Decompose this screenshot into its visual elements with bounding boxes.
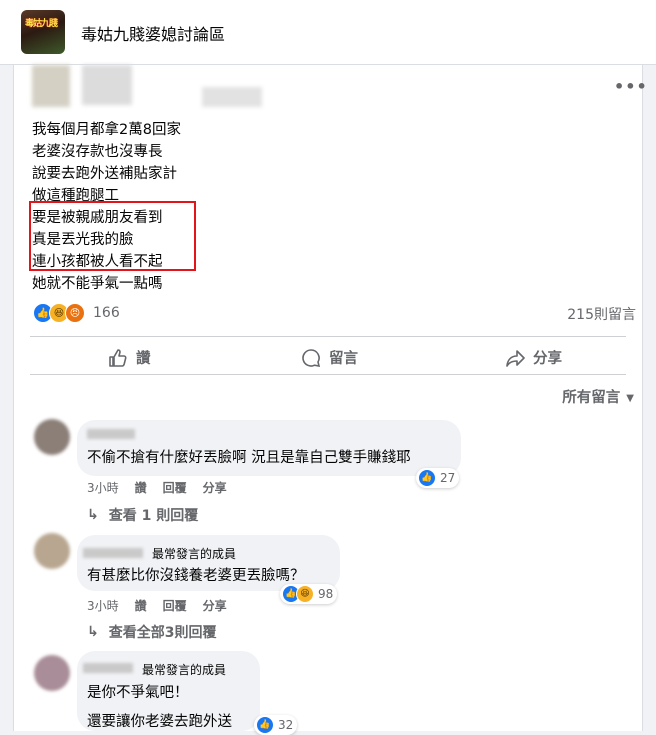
comment-share-button[interactable]: 分享: [203, 479, 227, 496]
share-button[interactable]: 分享: [505, 347, 562, 368]
comment-reply-button[interactable]: 回覆: [163, 479, 187, 496]
comment-button[interactable]: 留言: [301, 347, 358, 368]
comment-total[interactable]: 215則留言: [567, 304, 636, 324]
comment-text: 是你不爭氣吧！: [87, 685, 189, 701]
like-button[interactable]: 讚: [108, 347, 151, 368]
post-author-avatar[interactable]: [32, 65, 70, 107]
caret-down-icon: ▼: [626, 392, 634, 404]
comment-meta: 3小時 讚 回覆 分享: [87, 597, 227, 614]
view-replies-label: 查看 1 則回覆: [108, 508, 199, 524]
like-reaction-icon: 👍: [418, 469, 436, 487]
highlight-box: [29, 201, 196, 271]
haha-reaction-icon: 😆: [296, 585, 314, 603]
comment-text: 有甚麼比你沒錢養老婆更丟臉嗎？: [87, 568, 305, 584]
comment-bubble-icon: [302, 348, 321, 367]
view-replies-label: 查看全部3則回覆: [108, 625, 217, 641]
post-line: 老婆沒存款也沒專長: [32, 144, 163, 160]
group-title[interactable]: 毒姑九賤婆媳討論區: [81, 21, 225, 45]
post-line: 她就不能爭氣一點嗎: [32, 276, 163, 292]
comment-text-line-2: 還要讓你老婆去跑外送: [87, 714, 232, 730]
group-avatar-badge: 毒姑九賤: [25, 19, 58, 29]
post-card: ••• 我每個月都拿2萬8回家 老婆沒存款也沒專長 說要去跑外送補貼家計 做這種…: [13, 65, 647, 735]
comment-text: 不偷不搶有什麼好丟臉啊 況且是靠自己雙手賺錢耶: [87, 450, 411, 466]
comment-sort-dropdown[interactable]: 所有留言 ▼: [562, 386, 634, 407]
share-button-label: 分享: [533, 351, 562, 367]
comment-meta: 3小時 讚 回覆 分享: [87, 479, 227, 496]
comment-like-button[interactable]: 讚: [135, 479, 147, 496]
reply-arrow-icon: ↳: [87, 507, 99, 523]
comment-share-button[interactable]: 分享: [203, 597, 227, 614]
post-reactions[interactable]: 👍 😆 😠 166: [33, 303, 120, 323]
commenter-avatar[interactable]: [34, 419, 70, 455]
post-author-meta: [202, 87, 262, 107]
comment-time[interactable]: 3小時: [87, 597, 119, 614]
comment-button-label: 留言: [329, 351, 358, 367]
commenter-avatar[interactable]: [34, 655, 70, 691]
comment-reactions[interactable]: 👍 32: [254, 715, 298, 735]
comment-reply-button[interactable]: 回覆: [163, 597, 187, 614]
post-line: 說要去跑外送補貼家計: [32, 166, 177, 182]
thumbs-up-icon: [109, 348, 127, 367]
like-button-label: 讚: [136, 351, 151, 367]
divider: [30, 336, 626, 337]
like-reaction-icon: 👍: [256, 716, 274, 734]
top-contributor-badge: 最常發言的成員: [142, 663, 227, 677]
comment-reactions[interactable]: 👍 😆 98: [280, 584, 338, 604]
reply-arrow-icon: ↳: [87, 624, 99, 640]
group-header: 毒姑九賤 毒姑九賤婆媳討論區: [0, 0, 656, 65]
comment-reaction-count: 32: [278, 718, 294, 732]
divider: [30, 374, 626, 375]
commenter-name[interactable]: [83, 548, 143, 558]
post-author-name[interactable]: [82, 65, 132, 105]
post-line: 我每個月都拿2萬8回家: [32, 122, 181, 138]
commenter-avatar[interactable]: [34, 533, 70, 569]
reaction-count: 166: [93, 305, 120, 321]
angry-reaction-icon: 😠: [65, 303, 85, 323]
more-options-icon[interactable]: •••: [614, 77, 648, 96]
top-contributor-badge: 最常發言的成員: [152, 547, 237, 561]
comment-reactions[interactable]: 👍 27: [416, 468, 460, 488]
comment-time[interactable]: 3小時: [87, 479, 119, 496]
commenter-name[interactable]: [87, 429, 135, 439]
share-arrow-icon: [506, 349, 525, 367]
comment-like-button[interactable]: 讚: [135, 597, 147, 614]
group-avatar[interactable]: 毒姑九賤: [21, 10, 65, 54]
comment-reaction-count: 98: [318, 587, 334, 601]
view-replies-link[interactable]: ↳ 查看 1 則回覆: [87, 505, 198, 525]
view-replies-link[interactable]: ↳ 查看全部3則回覆: [87, 622, 216, 642]
comment-reaction-count: 27: [440, 471, 456, 485]
comment-sort-label: 所有留言: [562, 390, 621, 406]
commenter-name[interactable]: [83, 663, 133, 673]
